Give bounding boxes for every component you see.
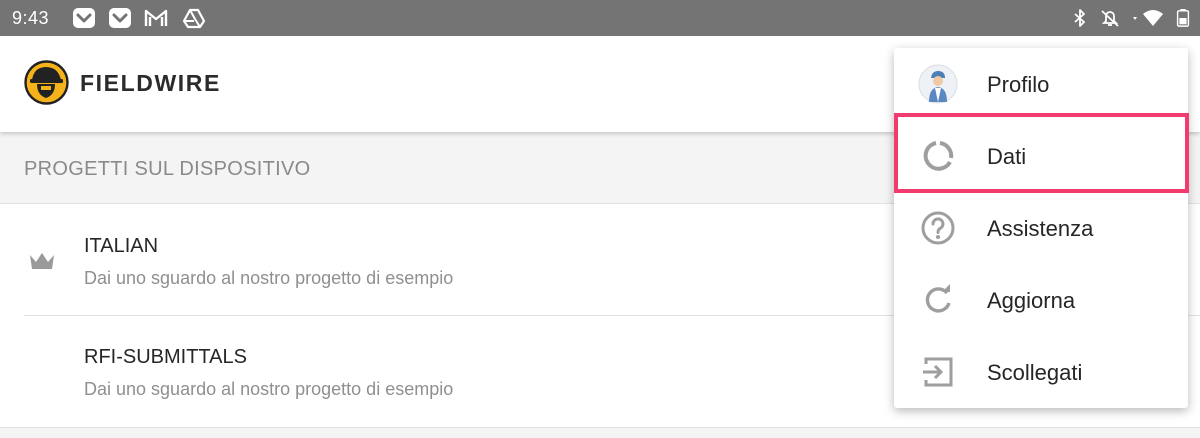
project-subtitle: Dai uno sguardo al nostro progetto di es… bbox=[84, 268, 454, 288]
pocket-icon bbox=[73, 8, 95, 28]
brand-name: FIELDWIRE bbox=[80, 70, 221, 96]
pocket-icon bbox=[109, 8, 131, 28]
list-footer bbox=[0, 428, 1200, 438]
menu-item-aggiorna[interactable]: Aggiorna bbox=[894, 264, 1188, 336]
logout-icon bbox=[923, 357, 953, 387]
wifi-icon bbox=[1133, 10, 1163, 26]
avatar-icon bbox=[918, 64, 958, 104]
fieldwire-logo-icon bbox=[24, 60, 69, 105]
menu-item-profilo[interactable]: Profilo bbox=[894, 48, 1188, 120]
project-name: RFI-SUBMITTALS bbox=[84, 346, 247, 368]
menu-item-label: Scollegati bbox=[987, 360, 1083, 385]
status-bar: 9:43 bbox=[0, 0, 1200, 36]
gmail-icon bbox=[144, 9, 168, 26]
battery-icon bbox=[1176, 9, 1190, 27]
status-time: 9:43 bbox=[12, 8, 50, 28]
bell-off-icon bbox=[1101, 10, 1119, 27]
drive-icon bbox=[182, 8, 206, 29]
bluetooth-icon bbox=[1074, 9, 1085, 27]
project-name: ITALIAN bbox=[84, 235, 159, 257]
section-title: PROGETTI SUL DISPOSITIVO bbox=[24, 158, 311, 180]
help-icon bbox=[921, 211, 955, 245]
refresh-icon bbox=[925, 284, 951, 313]
menu-item-assistenza[interactable]: Assistenza bbox=[894, 192, 1188, 264]
menu-item-label: Dati bbox=[987, 144, 1027, 169]
overflow-menu: Profilo Dati Assistenza Aggiorna Scolleg… bbox=[894, 48, 1189, 408]
menu-item-dati[interactable]: Dati bbox=[894, 120, 1188, 192]
menu-item-label: Profilo bbox=[987, 72, 1050, 97]
menu-item-label: Assistenza bbox=[987, 216, 1094, 241]
crown-icon bbox=[30, 253, 54, 269]
menu-item-label: Aggiorna bbox=[987, 288, 1076, 313]
data-usage-icon bbox=[923, 141, 954, 171]
project-subtitle: Dai uno sguardo al nostro progetto di es… bbox=[84, 379, 454, 399]
menu-item-scollegati[interactable]: Scollegati bbox=[894, 336, 1188, 408]
